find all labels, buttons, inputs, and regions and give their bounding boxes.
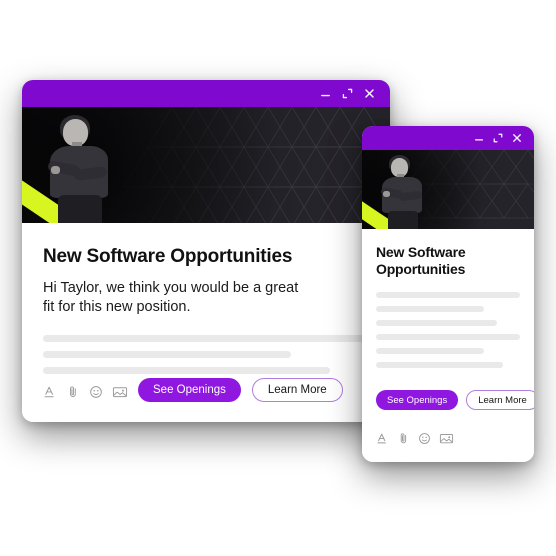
window-controls: [314, 83, 380, 105]
see-openings-button[interactable]: See Openings: [376, 390, 459, 410]
skeleton-line: [376, 292, 520, 298]
titlebar[interactable]: [362, 126, 534, 150]
skeleton-line: [376, 320, 497, 326]
composer-toolbar: [43, 385, 128, 399]
image-icon[interactable]: [439, 432, 454, 445]
learn-more-button[interactable]: Learn More: [251, 378, 343, 402]
message-body: New Software Opportunities See Openings …: [362, 229, 534, 462]
hero-person-photo: [38, 115, 130, 223]
message-body: New Software Opportunities Hi Taylor, we…: [22, 223, 390, 422]
hero-banner: [22, 107, 390, 223]
image-icon[interactable]: [112, 385, 128, 399]
window-controls: [469, 129, 526, 148]
action-buttons: See Openings Learn More: [138, 378, 343, 402]
page-title: New Software Opportunities: [376, 244, 466, 277]
secondary-preview-window[interactable]: New Software Opportunities See Openings …: [362, 126, 534, 462]
text-format-icon[interactable]: [376, 432, 389, 445]
emoji-icon[interactable]: [89, 385, 103, 399]
text-format-icon[interactable]: [43, 385, 57, 399]
hero-banner: [362, 150, 534, 229]
emoji-icon[interactable]: [418, 432, 431, 445]
page-title: New Software Opportunities: [43, 246, 293, 267]
see-openings-button[interactable]: See Openings: [138, 378, 241, 402]
composer-toolbar: [376, 432, 454, 445]
minimize-button[interactable]: [314, 83, 336, 105]
skeleton-line: [376, 348, 484, 354]
attachment-icon[interactable]: [66, 385, 80, 399]
skeleton-line: [43, 335, 369, 342]
close-button[interactable]: [358, 83, 380, 105]
primary-preview-window[interactable]: New Software Opportunities Hi Taylor, we…: [22, 80, 390, 422]
skeleton-line: [43, 367, 330, 374]
attachment-icon[interactable]: [397, 432, 410, 445]
subtitle-text: Hi Taylor, we think you would be a great…: [43, 280, 299, 315]
skeleton-line: [43, 351, 291, 358]
hero-person-photo: [374, 155, 438, 229]
skeleton-line: [376, 362, 503, 368]
maximize-button[interactable]: [336, 83, 358, 105]
skeleton-line: [376, 334, 520, 340]
minimize-button[interactable]: [469, 129, 488, 148]
skeleton-line: [376, 306, 484, 312]
action-buttons: See Openings Learn More: [376, 390, 534, 410]
learn-more-button[interactable]: Learn More: [466, 390, 534, 410]
close-button[interactable]: [507, 129, 526, 148]
maximize-button[interactable]: [488, 129, 507, 148]
skeleton-placeholder-group: [43, 335, 369, 383]
titlebar[interactable]: [22, 80, 390, 107]
skeleton-placeholder-group: [376, 292, 520, 376]
